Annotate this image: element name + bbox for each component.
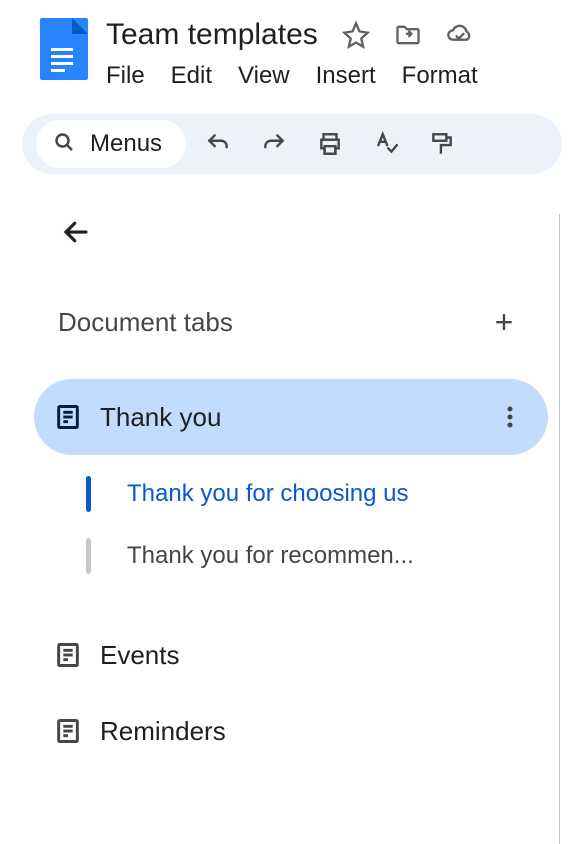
app-header: Team templates File Edit View Insert For… — [0, 0, 584, 90]
tab-events[interactable]: Events — [34, 617, 548, 693]
outline-indicator-icon — [86, 538, 91, 574]
menubar: File Edit View Insert Format — [106, 62, 584, 90]
outline-item-choosing-us[interactable]: Thank you for choosing us — [86, 463, 584, 525]
docs-logo-icon[interactable] — [40, 18, 88, 80]
add-tab-button[interactable]: + — [488, 304, 520, 341]
menu-file[interactable]: File — [106, 62, 145, 90]
search-menus-button[interactable]: Menus — [36, 120, 186, 168]
vertical-divider — [559, 214, 560, 844]
menu-format[interactable]: Format — [402, 62, 478, 90]
menu-insert[interactable]: Insert — [316, 62, 376, 90]
outline-item-recommending[interactable]: Thank you for recommen... — [86, 525, 584, 587]
tab-label: Thank you — [100, 402, 476, 433]
outline-label: Thank you for choosing us — [127, 480, 409, 508]
document-tab-icon — [54, 403, 82, 431]
document-tab-icon — [54, 717, 82, 745]
redo-button[interactable] — [250, 120, 298, 168]
title-area: Team templates File Edit View Insert For… — [106, 18, 584, 90]
title-row: Team templates — [106, 18, 584, 52]
tab-label: Events — [100, 640, 526, 671]
paint-format-button[interactable] — [418, 120, 466, 168]
spellcheck-button[interactable] — [362, 120, 410, 168]
document-title[interactable]: Team templates — [106, 18, 318, 52]
document-tabs-panel: Document tabs + Thank you Thank you for … — [0, 174, 584, 769]
outline-label: Thank you for recommen... — [127, 542, 414, 570]
tabs-list: Thank you Thank you for choosing us Than… — [52, 379, 584, 769]
tabs-panel-title: Document tabs — [58, 307, 233, 338]
tab-outline: Thank you for choosing us Thank you for … — [86, 463, 584, 587]
search-icon — [52, 130, 76, 159]
document-tab-icon — [54, 641, 82, 669]
menu-edit[interactable]: Edit — [171, 62, 212, 90]
cloud-status-icon[interactable] — [446, 21, 474, 49]
outline-indicator-icon — [86, 476, 91, 512]
tab-label: Reminders — [100, 716, 526, 747]
tab-thank-you[interactable]: Thank you — [34, 379, 548, 455]
back-button[interactable] — [52, 208, 100, 256]
tab-more-button[interactable] — [494, 401, 526, 433]
tab-reminders[interactable]: Reminders — [34, 693, 548, 769]
tabs-header: Document tabs + — [58, 304, 520, 341]
undo-button[interactable] — [194, 120, 242, 168]
search-label: Menus — [90, 130, 162, 158]
print-button[interactable] — [306, 120, 354, 168]
move-folder-icon[interactable] — [394, 21, 422, 49]
toolbar: Menus — [22, 114, 562, 174]
menu-view[interactable]: View — [238, 62, 290, 90]
star-icon[interactable] — [342, 21, 370, 49]
